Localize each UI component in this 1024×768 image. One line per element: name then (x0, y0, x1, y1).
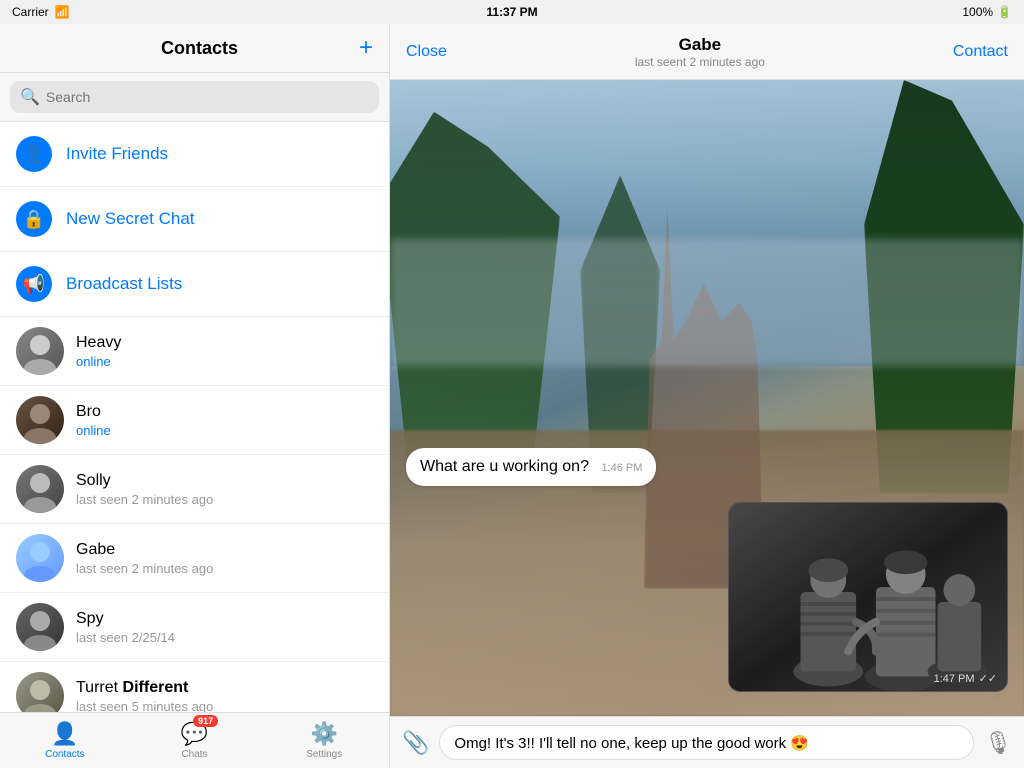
status-bar: Carrier 📶 11:37 PM 100% 🔋 (0, 0, 1024, 24)
secret-label: New Secret Chat (66, 209, 195, 229)
chats-badge: 917 (193, 715, 218, 727)
status-bar-left: Carrier 📶 (12, 5, 70, 19)
contact-name-spy: Spy (76, 610, 175, 628)
left-panel: Contacts + 🔍 👤 Invite Friends 🔒 New Secr… (0, 24, 390, 768)
photo-svg (729, 502, 1007, 692)
avatar-turret (16, 672, 64, 712)
contact-name-heavy: Heavy (76, 334, 121, 352)
input-bar: 📎 🎙 (390, 716, 1024, 768)
add-contact-button[interactable]: + (359, 34, 373, 62)
settings-tab-label: Settings (306, 749, 342, 760)
contact-status-gabe: last seen 2 minutes ago (76, 561, 213, 576)
contact-status-spy: last seen 2/25/14 (76, 630, 175, 645)
contact-button[interactable]: Contact (953, 43, 1008, 61)
broadcast-icon: 📢 (16, 266, 52, 302)
status-bar-right: 100% 🔋 (962, 5, 1012, 19)
right-panel: Close Gabe last seent 2 minutes ago Cont… (390, 24, 1024, 768)
contacts-tab-icon: 👤 (51, 721, 78, 747)
contact-name-bro: Bro (76, 403, 111, 421)
chat-status: last seent 2 minutes ago (635, 55, 765, 69)
contact-name-solly: Solly (76, 472, 213, 490)
contact-list: 👤 Invite Friends 🔒 New Secret Chat 📢 Bro… (0, 122, 389, 712)
chat-name: Gabe (635, 35, 765, 55)
avatar-spy (16, 603, 64, 651)
close-button[interactable]: Close (406, 43, 447, 61)
contact-name-turret: Turret Different (76, 679, 213, 697)
contact-item-spy[interactable]: Spy last seen 2/25/14 (0, 593, 389, 662)
contacts-tab-label: Contacts (45, 749, 84, 760)
main-layout: Contacts + 🔍 👤 Invite Friends 🔒 New Secr… (0, 24, 1024, 768)
settings-tab-icon: ⚙️ (310, 721, 337, 747)
carrier-label: Carrier (12, 5, 49, 19)
tab-chats[interactable]: 💬 917 Chats (130, 721, 260, 760)
contact-info-solly: Solly last seen 2 minutes ago (76, 472, 213, 507)
contact-info-spy: Spy last seen 2/25/14 (76, 610, 175, 645)
contact-name-gabe: Gabe (76, 541, 213, 559)
contact-info-heavy: Heavy online (76, 334, 121, 369)
chat-header: Close Gabe last seent 2 minutes ago Cont… (390, 24, 1024, 80)
chat-area: What are u working on? 1:46 PM (390, 80, 1024, 716)
contact-status-bro: online (76, 423, 111, 438)
contacts-title: Contacts (40, 38, 359, 59)
menu-item-secret[interactable]: 🔒 New Secret Chat (0, 187, 389, 252)
menu-item-broadcast[interactable]: 📢 Broadcast Lists (0, 252, 389, 317)
avatar-bro (16, 396, 64, 444)
message-text: What are u working on? (420, 458, 589, 475)
avatar-gabe (16, 534, 64, 582)
mic-button[interactable]: 🎙 (984, 730, 1012, 756)
message-time: 1:46 PM (601, 462, 642, 474)
contact-item-heavy[interactable]: Heavy online (0, 317, 389, 386)
search-bar: 🔍 (10, 81, 379, 113)
tab-contacts[interactable]: 👤 Contacts (0, 721, 130, 760)
avatar-heavy (16, 327, 64, 375)
bottom-tabs: 👤 Contacts 💬 917 Chats ⚙️ Settings (0, 712, 389, 768)
contact-status-heavy: online (76, 354, 121, 369)
attach-button[interactable]: 📎 (402, 730, 429, 756)
contact-info-turret: Turret Different last seen 5 minutes ago (76, 679, 213, 713)
contact-status-turret: last seen 5 minutes ago (76, 699, 213, 713)
photo-content (729, 503, 1007, 691)
menu-item-invite[interactable]: 👤 Invite Friends (0, 122, 389, 187)
contact-item-turret[interactable]: Turret Different last seen 5 minutes ago (0, 662, 389, 712)
message-image: 1:47 PM ✓✓ (728, 502, 1008, 692)
contact-item-solly[interactable]: Solly last seen 2 minutes ago (0, 455, 389, 524)
invite-label: Invite Friends (66, 144, 168, 164)
contact-item-gabe[interactable]: Gabe last seen 2 minutes ago (0, 524, 389, 593)
search-input[interactable] (46, 89, 369, 105)
contact-status-solly: last seen 2 minutes ago (76, 492, 213, 507)
battery-label: 100% (962, 5, 993, 19)
status-bar-time: 11:37 PM (486, 5, 537, 19)
chat-messages: What are u working on? 1:46 PM (390, 432, 1024, 716)
message-row-image: 1:47 PM ✓✓ (406, 502, 1008, 692)
battery-icon: 🔋 (997, 5, 1012, 19)
search-icon: 🔍 (20, 87, 40, 107)
chats-tab-icon: 💬 917 (181, 721, 208, 747)
avatar-solly (16, 465, 64, 513)
search-container: 🔍 (0, 73, 389, 122)
tab-settings[interactable]: ⚙️ Settings (259, 721, 389, 760)
secret-icon: 🔒 (16, 201, 52, 237)
contact-item-bro[interactable]: Bro online (0, 386, 389, 455)
contact-info-bro: Bro online (76, 403, 111, 438)
message-row-received: What are u working on? 1:46 PM (406, 448, 1008, 494)
checkmarks-icon: ✓✓ (979, 672, 997, 685)
message-input[interactable] (439, 725, 974, 760)
broadcast-label: Broadcast Lists (66, 274, 182, 294)
invite-icon: 👤 (16, 136, 52, 172)
contact-info-gabe: Gabe last seen 2 minutes ago (76, 541, 213, 576)
message-image-time: 1:47 PM ✓✓ (934, 672, 997, 685)
contacts-header: Contacts + (0, 24, 389, 73)
message-bubble-received: What are u working on? 1:46 PM (406, 448, 656, 486)
wifi-icon: 📶 (55, 5, 70, 19)
chats-tab-label: Chats (181, 749, 207, 760)
chat-header-info: Gabe last seent 2 minutes ago (635, 35, 765, 69)
